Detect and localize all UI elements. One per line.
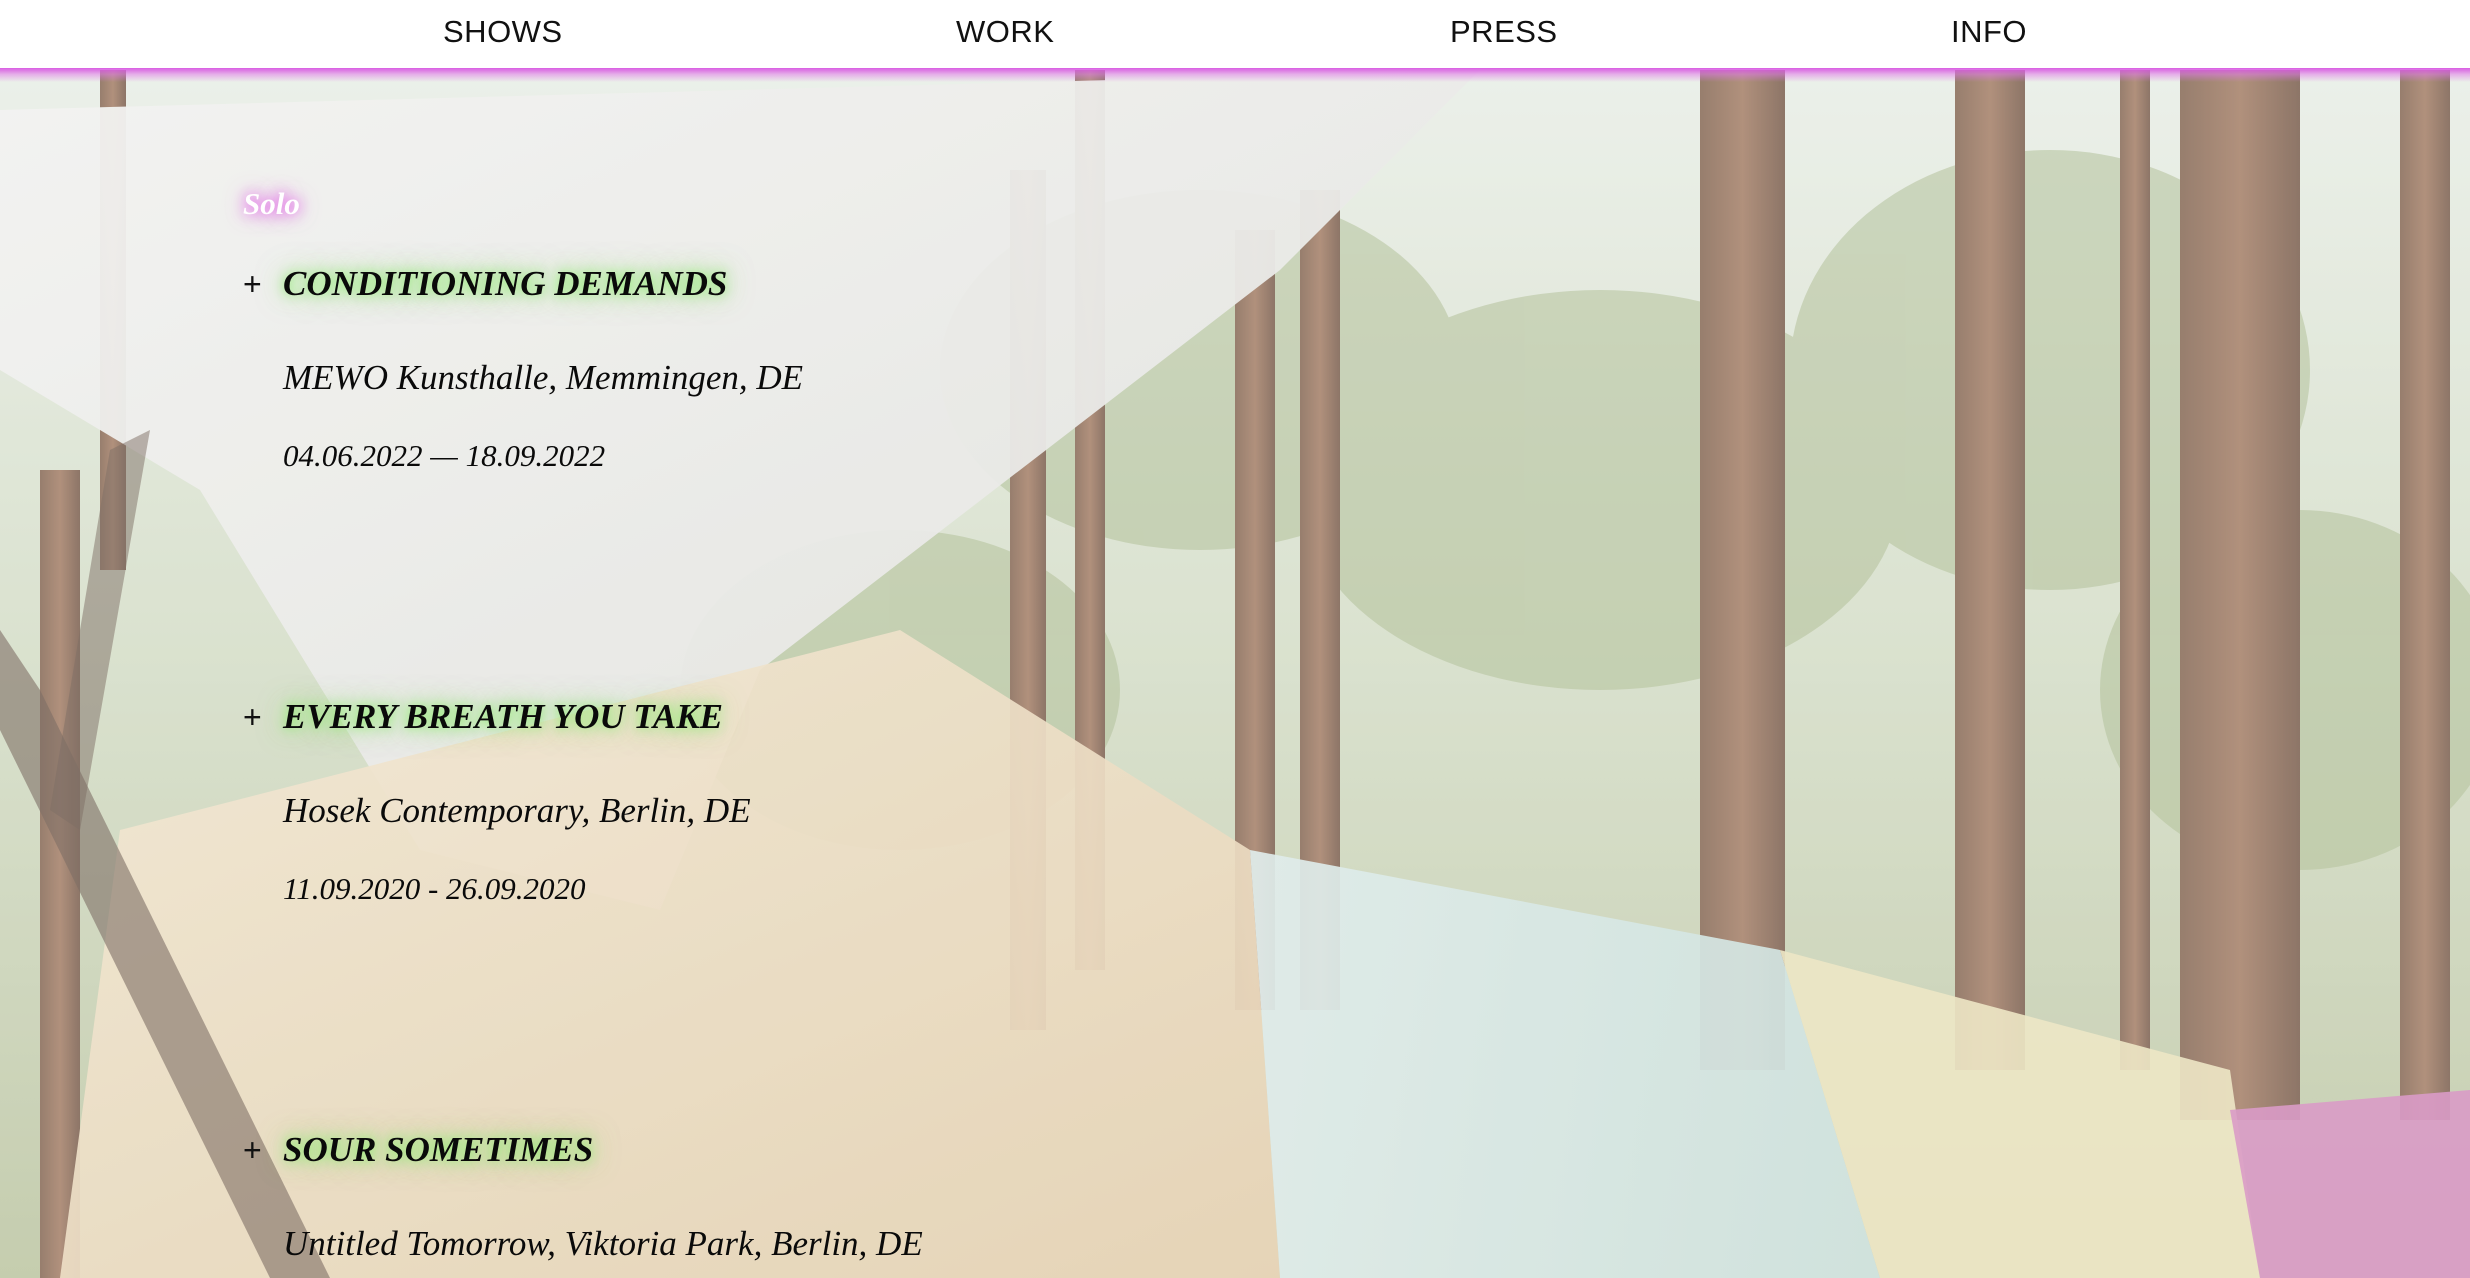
show-venue: Hosek Contemporary, Berlin, DE (283, 791, 751, 830)
show-dates: 11.09.2020 - 26.09.2020 (283, 871, 586, 906)
show-item: + CONDITIONING DEMANDS MEWO Kunsthalle, … (243, 262, 803, 476)
show-venue: Untitled Tomorrow, Viktoria Park, Berlin… (283, 1224, 923, 1263)
nav-press-link[interactable]: PRESS (1450, 14, 1558, 50)
show-toggle[interactable]: + CONDITIONING DEMANDS (243, 262, 803, 306)
show-toggle[interactable]: + SOUR SOMETIMES (243, 1128, 923, 1172)
nav-work-link[interactable]: WORK (956, 14, 1054, 50)
show-item: + SOUR SOMETIMES Untitled Tomorrow, Vikt… (243, 1128, 923, 1266)
show-toggle[interactable]: + EVERY BREATH YOU TAKE (243, 695, 751, 739)
plus-icon[interactable]: + (243, 695, 283, 739)
show-item: + EVERY BREATH YOU TAKE Hosek Contempora… (243, 695, 751, 909)
show-title[interactable]: CONDITIONING DEMANDS (283, 262, 727, 306)
shows-list: Solo + CONDITIONING DEMANDS MEWO Kunstha… (0, 0, 2470, 1278)
nav-shows-link[interactable]: SHOWS (443, 14, 563, 50)
top-navigation: SHOWS WORK PRESS INFO (0, 0, 2470, 82)
plus-icon[interactable]: + (243, 1128, 283, 1172)
show-title[interactable]: EVERY BREATH YOU TAKE (283, 695, 723, 739)
show-venue: MEWO Kunsthalle, Memmingen, DE (283, 358, 804, 397)
section-label-solo: Solo (243, 186, 300, 221)
show-title[interactable]: SOUR SOMETIMES (283, 1128, 593, 1172)
plus-icon[interactable]: + (243, 262, 283, 306)
nav-info-link[interactable]: INFO (1951, 14, 2027, 50)
show-dates: 04.06.2022 — 18.09.2022 (283, 438, 606, 473)
